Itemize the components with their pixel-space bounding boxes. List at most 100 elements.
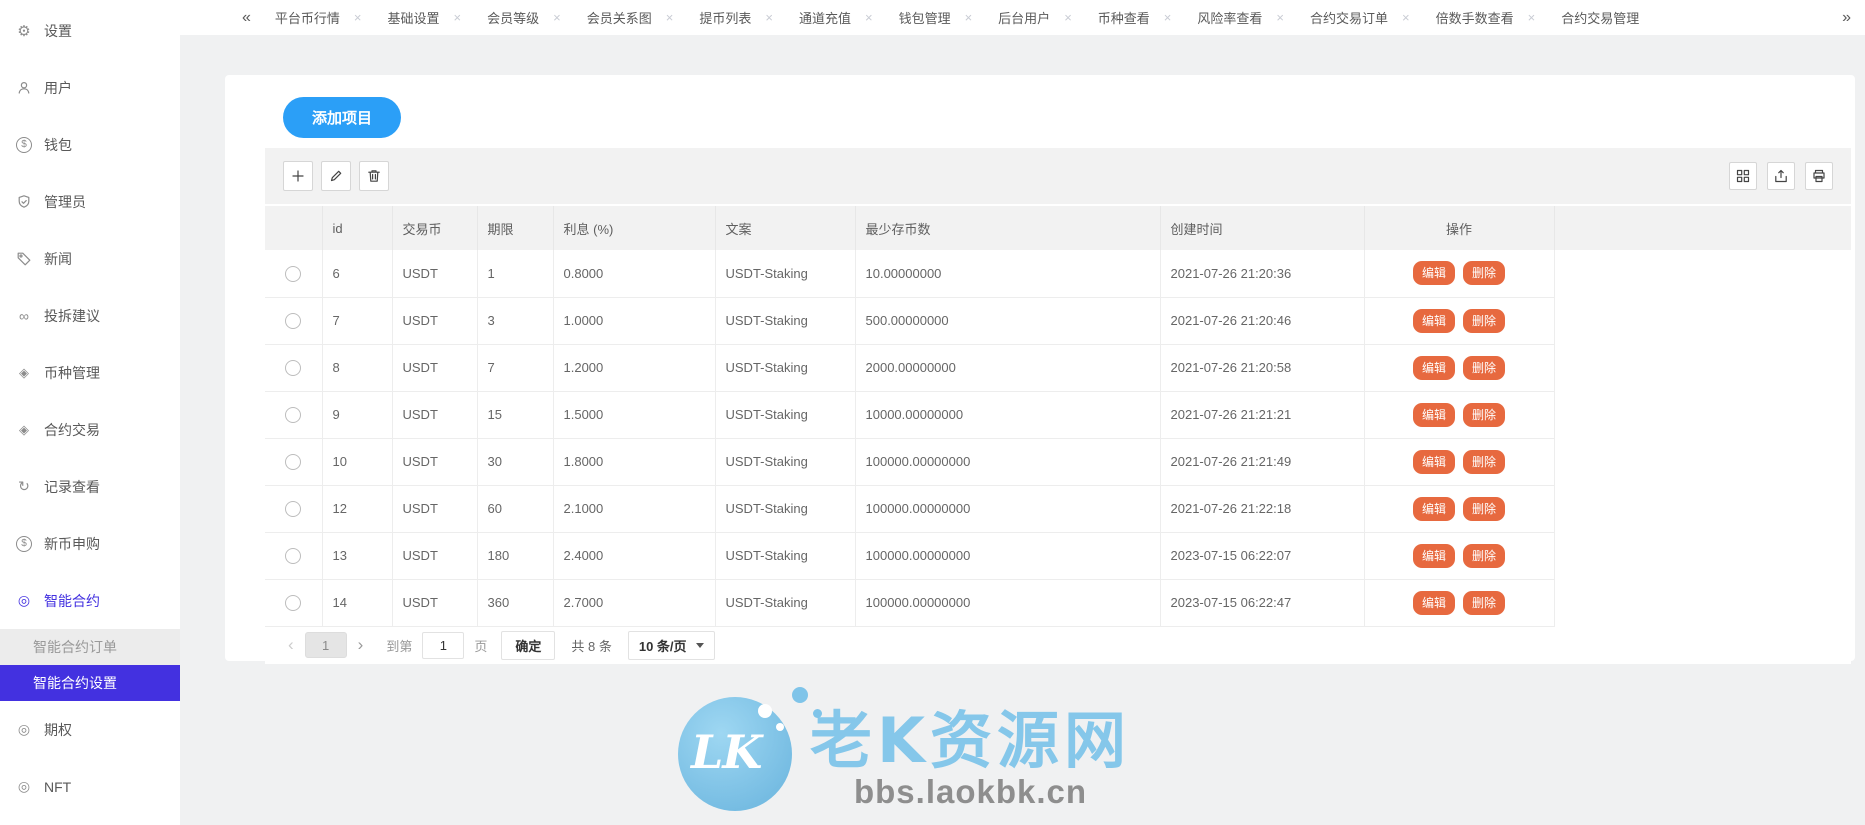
- sidebar-item[interactable]: 管理员: [0, 173, 180, 230]
- sidebar-item[interactable]: $ 钱包: [0, 116, 180, 173]
- sidebar-item[interactable]: 新闻: [0, 230, 180, 287]
- tab-close-icon[interactable]: ×: [454, 10, 462, 25]
- row-radio[interactable]: [285, 265, 302, 282]
- row-filler-cell: [1554, 391, 1851, 438]
- confirm-page-button[interactable]: 确定: [501, 630, 556, 660]
- row-radio[interactable]: [285, 312, 302, 329]
- tab-item[interactable]: 通道充值 ×: [799, 8, 873, 27]
- plus-button[interactable]: [283, 161, 313, 191]
- tab-item[interactable]: 倍数手数查看 ×: [1436, 8, 1536, 27]
- edit-button[interactable]: 编辑: [1412, 355, 1455, 380]
- edit-button[interactable]: [321, 161, 351, 191]
- tab-close-icon[interactable]: ×: [1276, 10, 1284, 25]
- cell-term: 60: [477, 485, 554, 533]
- add-project-button[interactable]: 添加项目: [283, 97, 401, 138]
- tab-close-icon[interactable]: ×: [666, 10, 674, 25]
- expand-tabs-icon[interactable]: »: [1842, 9, 1851, 27]
- tab-item[interactable]: 合约交易管理: [1561, 8, 1639, 27]
- sidebar-item[interactable]: ◈ 合约交易: [0, 401, 180, 458]
- tab-close-icon[interactable]: ×: [865, 10, 873, 25]
- goto-page-input[interactable]: [422, 631, 465, 659]
- row-filler-cell: [1554, 532, 1851, 579]
- sidebar-item[interactable]: 用户: [0, 59, 180, 116]
- cell-interest: 0.8000: [553, 250, 716, 298]
- cell-text: USDT-Staking: [715, 344, 856, 392]
- delete-button[interactable]: 删除: [1463, 355, 1506, 380]
- cell-coin: USDT: [392, 344, 478, 392]
- cell-coin: USDT: [392, 297, 478, 345]
- tab-item[interactable]: 会员关系图 ×: [587, 8, 674, 27]
- export-button[interactable]: [1767, 162, 1795, 190]
- page-size-select[interactable]: 10 条/页: [627, 630, 715, 660]
- tab-list: 平台币行情 × 基础设置 × 会员等级 × 会员关系图 × 提币列表 × 通道充值 × 钱包管理 × 后台用…: [275, 8, 1665, 28]
- pagination-bar: ‹ 1 › 到第 页 确定 共 8 条 10 条/页: [265, 626, 1851, 664]
- tab-close-icon[interactable]: ×: [1164, 10, 1172, 25]
- sidebar-item[interactable]: ⚙ 设置: [0, 2, 180, 59]
- target-icon: ◎: [17, 778, 31, 794]
- tab-close-icon[interactable]: ×: [553, 10, 561, 25]
- row-radio[interactable]: [285, 359, 302, 376]
- tab-item[interactable]: 基础设置 ×: [388, 8, 462, 27]
- delete-button[interactable]: 删除: [1463, 308, 1506, 333]
- cell-coin: USDT: [392, 391, 478, 439]
- collapse-tabs-icon[interactable]: «: [242, 9, 251, 27]
- sidebar-item[interactable]: $ 新币申购: [0, 515, 180, 572]
- tab-close-icon[interactable]: ×: [1064, 10, 1072, 25]
- sidebar-item[interactable]: ◎ 期权: [0, 701, 180, 758]
- trash-button[interactable]: [359, 161, 389, 191]
- tab-item[interactable]: 提币列表 ×: [699, 8, 773, 27]
- tab-item[interactable]: 合约交易订单 ×: [1310, 8, 1410, 27]
- delete-button[interactable]: 删除: [1463, 543, 1506, 568]
- sidebar-item[interactable]: ↻ 记录查看: [0, 458, 180, 515]
- delete-button[interactable]: 删除: [1463, 449, 1506, 474]
- columns-button[interactable]: [1729, 162, 1757, 190]
- tab-item[interactable]: 钱包管理 ×: [899, 8, 973, 27]
- tab-close-icon[interactable]: ×: [1528, 10, 1536, 25]
- tab-item[interactable]: 后台用户 ×: [998, 8, 1072, 27]
- target-icon: ◎: [17, 721, 31, 737]
- current-page-badge[interactable]: 1: [304, 632, 347, 658]
- edit-button[interactable]: 编辑: [1412, 449, 1455, 474]
- print-button[interactable]: [1805, 162, 1833, 190]
- delete-button[interactable]: 删除: [1463, 261, 1506, 286]
- delete-button[interactable]: 删除: [1463, 402, 1506, 427]
- bubble-decoration: [792, 687, 808, 703]
- cell-coin: USDT: [392, 485, 478, 533]
- sidebar-item[interactable]: ◎ NFT: [0, 758, 180, 815]
- delete-button[interactable]: 删除: [1463, 590, 1506, 615]
- sidebar-subitem[interactable]: 智能合约订单: [0, 629, 180, 665]
- row-radio[interactable]: [285, 406, 302, 423]
- edit-button[interactable]: 编辑: [1412, 308, 1455, 333]
- edit-button[interactable]: 编辑: [1412, 402, 1455, 427]
- tab-close-icon[interactable]: ×: [354, 10, 362, 25]
- row-radio[interactable]: [285, 594, 302, 611]
- sidebar-item[interactable]: ◎ 智能合约: [0, 572, 180, 629]
- edit-button[interactable]: 编辑: [1412, 590, 1455, 615]
- tab-close-icon[interactable]: ×: [965, 10, 973, 25]
- content-area: 添加项目 id 交易币 期限 利息 (%) 文案 最少存币数 创建时间 操作 6 USDT 1 0.…: [180, 35, 1865, 825]
- prev-page-icon[interactable]: ‹: [288, 635, 294, 655]
- sidebar-item[interactable]: ◈ 币种管理: [0, 344, 180, 401]
- tab-item[interactable]: 币种查看 ×: [1098, 8, 1172, 27]
- row-radio[interactable]: [285, 500, 302, 517]
- tab-item[interactable]: 会员等级 ×: [487, 8, 561, 27]
- edit-button[interactable]: 编辑: [1412, 261, 1455, 286]
- target-icon: ◎: [17, 592, 31, 608]
- content-card: 添加项目 id 交易币 期限 利息 (%) 文案 最少存币数 创建时间 操作 6 USDT 1 0.…: [225, 75, 1855, 664]
- coin-icon: $: [14, 535, 34, 552]
- tab-close-icon[interactable]: ×: [765, 10, 773, 25]
- sidebar: ⚙ 设置 用户 $ 钱包 管理员 新闻 ∞ 投拆建议 ◈ 币种管理 ◈ 合约交易 ↻ 记录查看 $ 新币申购 ◎ 智…: [0, 0, 180, 825]
- tab-item[interactable]: 风险率查看 ×: [1197, 8, 1284, 27]
- delete-button[interactable]: 删除: [1463, 496, 1506, 521]
- column-header: id: [322, 206, 393, 250]
- tab-label: 基础设置: [387, 10, 440, 26]
- row-radio[interactable]: [285, 453, 302, 470]
- edit-button[interactable]: 编辑: [1412, 543, 1455, 568]
- tab-item[interactable]: 平台币行情 ×: [275, 8, 362, 27]
- sidebar-subitem[interactable]: 智能合约设置: [0, 665, 180, 701]
- row-radio[interactable]: [285, 547, 302, 564]
- sidebar-item[interactable]: ∞ 投拆建议: [0, 287, 180, 344]
- tab-close-icon[interactable]: ×: [1402, 10, 1410, 25]
- next-page-icon[interactable]: ›: [358, 635, 364, 655]
- edit-button[interactable]: 编辑: [1412, 496, 1455, 521]
